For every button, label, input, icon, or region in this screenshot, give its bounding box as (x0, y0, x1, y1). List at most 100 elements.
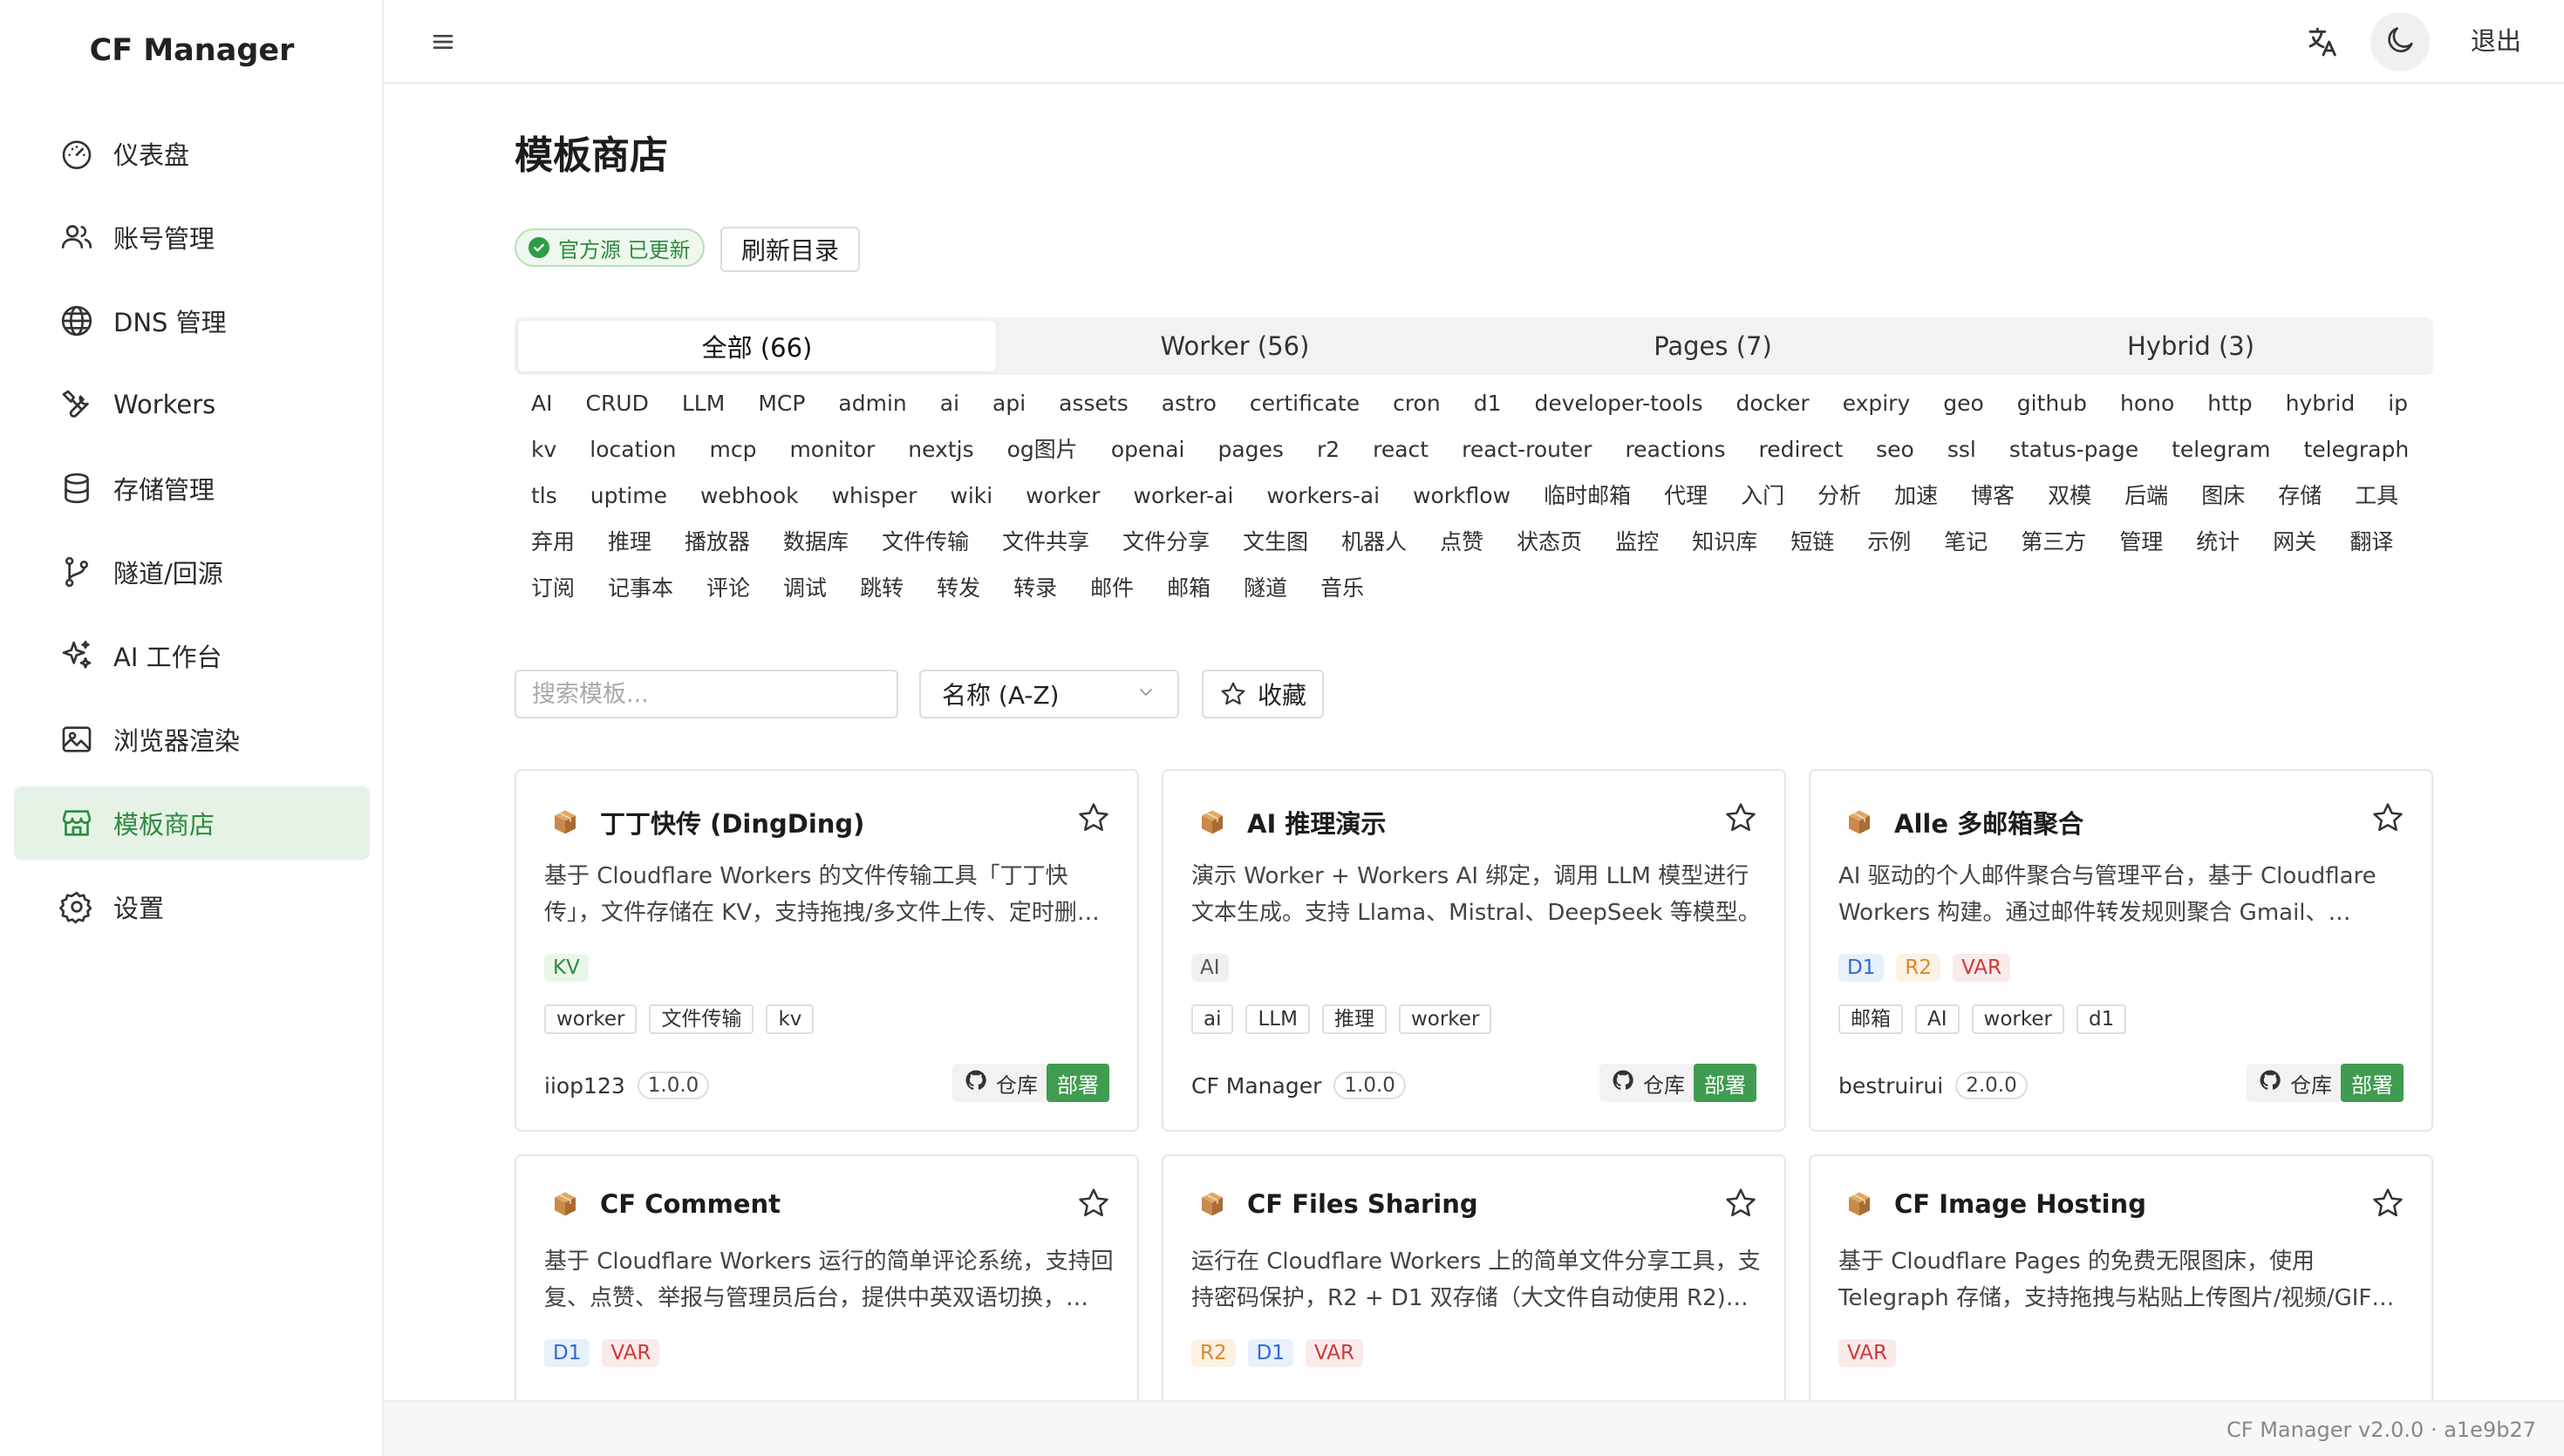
tag-filter-chip[interactable]: reactions (1608, 433, 1742, 466)
tag-filter-chip[interactable]: 转录 (997, 572, 1074, 604)
tag-filter-chip[interactable]: cron (1376, 387, 1457, 419)
sidebar-item-tunnels[interactable]: 隧道/回源 (14, 535, 370, 609)
tab-all[interactable]: 全部 (66) (518, 321, 996, 371)
tag-filter-chip[interactable]: 入门 (1724, 480, 1801, 512)
tag-filter-chip[interactable]: seo (1859, 433, 1931, 466)
deploy-button[interactable]: 部署 (1047, 1064, 1109, 1102)
card-tag[interactable]: ai (1191, 1004, 1234, 1034)
tag-filter-chip[interactable]: 邮箱 (1150, 572, 1227, 604)
tag-filter-chip[interactable]: 弃用 (515, 526, 591, 558)
tag-filter-chip[interactable]: kv (515, 433, 573, 466)
tag-filter-chip[interactable]: redirect (1742, 433, 1860, 466)
sidebar-item-workers[interactable]: Workers (14, 368, 370, 441)
tag-filter-chip[interactable]: worker-ai (1117, 480, 1251, 512)
tag-filter-chip[interactable]: 调试 (767, 572, 843, 604)
tag-filter-chip[interactable]: 评论 (690, 572, 767, 604)
favorites-filter-button[interactable]: 收藏 (1202, 670, 1325, 718)
tag-filter-chip[interactable]: github (2001, 387, 2104, 419)
tag-filter-chip[interactable]: r2 (1300, 433, 1356, 466)
tag-filter-chip[interactable]: CRUD (569, 387, 665, 419)
tag-filter-chip[interactable]: ai (924, 387, 976, 419)
theme-toggle-button[interactable] (2370, 12, 2430, 71)
tag-filter-chip[interactable]: 订阅 (515, 572, 591, 604)
tag-filter-chip[interactable]: 音乐 (1304, 572, 1381, 604)
sidebar-item-ai[interactable]: AI 工作台 (14, 619, 370, 692)
tag-filter-chip[interactable]: expiry (1826, 387, 1927, 419)
menu-icon[interactable] (426, 24, 460, 59)
tag-filter-chip[interactable]: 点赞 (1423, 526, 1500, 558)
tag-filter-chip[interactable]: 记事本 (591, 572, 690, 604)
tag-filter-chip[interactable]: nextjs (891, 433, 990, 466)
tag-filter-chip[interactable]: 短链 (1774, 526, 1851, 558)
tag-filter-chip[interactable]: whisper (815, 480, 934, 512)
tag-filter-chip[interactable]: openai (1094, 433, 1202, 466)
tag-filter-chip[interactable]: 第三方 (2004, 526, 2103, 558)
favorite-star-icon[interactable] (1076, 800, 1111, 835)
tag-filter-chip[interactable]: react (1356, 433, 1445, 466)
tag-filter-chip[interactable]: 文生图 (1226, 526, 1325, 558)
tag-filter-chip[interactable]: status-page (1993, 433, 2155, 466)
tag-filter-chip[interactable]: location (573, 433, 692, 466)
tag-filter-chip[interactable]: workers-ai (1250, 480, 1396, 512)
tag-filter-chip[interactable]: og图片 (991, 433, 1094, 466)
tag-filter-chip[interactable]: geo (1926, 387, 2001, 419)
tag-filter-chip[interactable]: react-router (1445, 433, 1608, 466)
sidebar-item-dns[interactable]: DNS 管理 (14, 284, 370, 357)
template-card[interactable]: 丁丁快传 (DingDing) 基于 Cloudflare Workers 的文件… (515, 769, 1139, 1132)
tag-filter-chip[interactable]: 翻译 (2333, 526, 2410, 558)
card-tag[interactable]: d1 (2076, 1004, 2127, 1034)
favorite-star-icon[interactable] (2370, 1186, 2405, 1221)
tag-filter-chip[interactable]: 分析 (1801, 480, 1878, 512)
tag-filter-chip[interactable]: mcp (692, 433, 773, 466)
tag-filter-chip[interactable]: uptime (574, 480, 684, 512)
tag-filter-chip[interactable]: d1 (1457, 387, 1518, 419)
tag-filter-chip[interactable]: tls (515, 480, 574, 512)
tag-filter-chip[interactable]: 加速 (1878, 480, 1954, 512)
tag-filter-chip[interactable]: 文件共享 (985, 526, 1106, 558)
tag-filter-chip[interactable]: pages (1201, 433, 1299, 466)
tag-filter-chip[interactable]: assets (1042, 387, 1145, 419)
tab-pages[interactable]: Pages (7) (1474, 321, 1952, 371)
tag-filter-chip[interactable]: 双模 (2031, 480, 2108, 512)
tag-filter-chip[interactable]: AI (515, 387, 569, 419)
tag-filter-chip[interactable]: 邮件 (1074, 572, 1150, 604)
favorite-star-icon[interactable] (1723, 800, 1758, 835)
card-tag[interactable]: worker (1971, 1004, 2064, 1034)
tag-filter-chip[interactable]: http (2191, 387, 2268, 419)
tag-filter-chip[interactable]: 统计 (2179, 526, 2256, 558)
tag-filter-chip[interactable]: wiki (933, 480, 1009, 512)
tag-filter-chip[interactable]: worker (1009, 480, 1116, 512)
tag-filter-chip[interactable]: 隧道 (1227, 572, 1304, 604)
repo-button[interactable]: 仓库 (952, 1064, 1050, 1102)
tag-filter-chip[interactable]: 博客 (1954, 480, 2031, 512)
favorite-star-icon[interactable] (2370, 800, 2405, 835)
sidebar-item-settings[interactable]: 设置 (14, 870, 370, 943)
template-card[interactable]: AI 推理演示 演示 Worker + Workers AI 绑定，调用 LLM … (1162, 769, 1786, 1132)
tag-filter-chip[interactable]: developer-tools (1517, 387, 1719, 419)
tag-filter-chip[interactable]: astro (1145, 387, 1233, 419)
tag-filter-chip[interactable]: 播放器 (668, 526, 767, 558)
card-tag[interactable]: 邮箱 (1838, 1004, 1903, 1034)
tag-filter-chip[interactable]: 后端 (2108, 480, 2185, 512)
tab-worker[interactable]: Worker (56) (996, 321, 1474, 371)
tag-filter-chip[interactable]: monitor (773, 433, 891, 466)
tag-filter-chip[interactable]: 网关 (2256, 526, 2333, 558)
tag-filter-chip[interactable]: admin (822, 387, 923, 419)
tag-filter-chip[interactable]: 文件分享 (1106, 526, 1226, 558)
tag-filter-chip[interactable]: hono (2104, 387, 2191, 419)
sidebar-item-dashboard[interactable]: 仪表盘 (14, 117, 370, 190)
tag-filter-chip[interactable]: 图床 (2185, 480, 2261, 512)
sidebar-item-template-store[interactable]: 模板商店 (14, 786, 370, 860)
repo-button[interactable]: 仓库 (1599, 1064, 1697, 1102)
card-tag[interactable]: kv (766, 1004, 815, 1034)
card-tag[interactable]: worker (544, 1004, 638, 1034)
tag-filter-chip[interactable]: api (976, 387, 1042, 419)
card-tag[interactable]: 文件传输 (649, 1004, 754, 1034)
tag-filter-chip[interactable]: MCP (741, 387, 822, 419)
tag-filter-chip[interactable]: hybrid (2269, 387, 2372, 419)
deploy-button[interactable]: 部署 (1694, 1064, 1756, 1102)
tag-filter-chip[interactable]: webhook (684, 480, 815, 512)
tag-filter-chip[interactable]: 推理 (591, 526, 668, 558)
tag-filter-chip[interactable]: ssl (1931, 433, 1993, 466)
tag-filter-chip[interactable]: certificate (1233, 387, 1376, 419)
